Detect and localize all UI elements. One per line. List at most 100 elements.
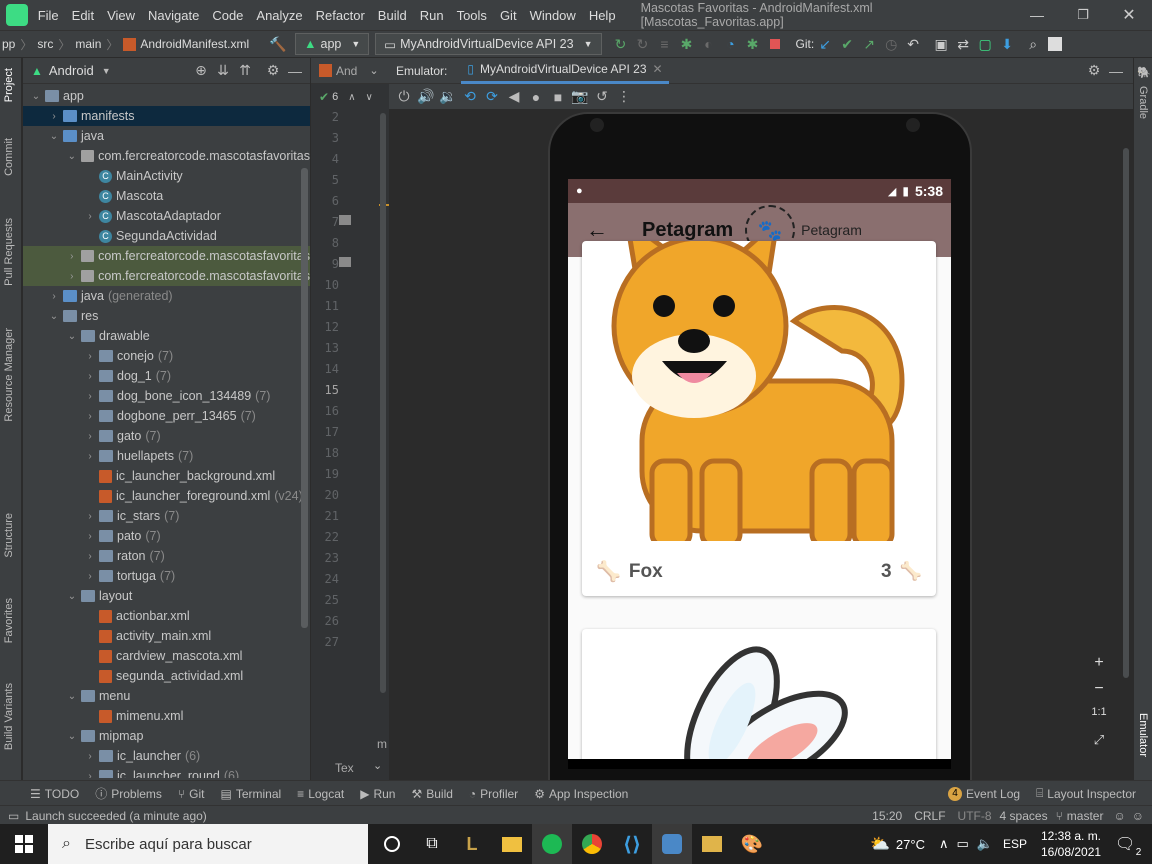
language-indicator[interactable]: ESP bbox=[1003, 837, 1027, 851]
tool-tab-build-variants[interactable]: Build Variants bbox=[3, 683, 15, 750]
chevron-right-icon[interactable]: › bbox=[83, 391, 97, 402]
expand-all-icon[interactable]: ⇊ bbox=[212, 60, 234, 82]
tree-item[interactable]: ⌄ com.fercreatorcode.mascotasfavoritas bbox=[23, 146, 310, 166]
tool-tab-gradle[interactable]: Gradle bbox=[1137, 86, 1149, 119]
tool-logcat[interactable]: ≡ Logcat bbox=[297, 787, 344, 801]
chevron-down-icon[interactable]: ⌄ bbox=[47, 311, 61, 322]
tree-item[interactable]: › ic_launcher_round (6) bbox=[23, 766, 310, 778]
tree-item[interactable]: › tortuga (7) bbox=[23, 566, 310, 586]
run-config-select[interactable]: ▲ app ▼ bbox=[295, 33, 370, 55]
menu-item-file[interactable]: File bbox=[38, 8, 59, 23]
tree-item[interactable]: › dog_bone_icon_134489 (7) bbox=[23, 386, 310, 406]
chevron-right-icon[interactable]: › bbox=[47, 291, 61, 302]
menu-item-build[interactable]: Build bbox=[378, 8, 407, 23]
chevron-right-icon[interactable]: › bbox=[47, 111, 61, 122]
chevron-up-icon[interactable]: ∧ bbox=[939, 836, 949, 852]
tree-item[interactable]: C SegundaActividad bbox=[23, 226, 310, 246]
tree-item[interactable]: › pato (7) bbox=[23, 526, 310, 546]
home-icon[interactable]: ● bbox=[525, 86, 547, 108]
search-icon[interactable]: ⌕ bbox=[1022, 33, 1044, 55]
editor-scrollbar[interactable] bbox=[380, 113, 386, 693]
caret-position[interactable]: 15:20 bbox=[872, 809, 902, 823]
device-select[interactable]: ▭ MyAndroidVirtualDevice API 23 ▼ bbox=[375, 33, 602, 55]
network-icon[interactable]: ▭ bbox=[956, 836, 968, 852]
menu-item-analyze[interactable]: Analyze bbox=[256, 8, 302, 23]
rollback-icon[interactable]: ↶ bbox=[902, 33, 924, 55]
paint-icon[interactable]: 🎨 bbox=[732, 824, 772, 864]
temperature[interactable]: 27°C bbox=[896, 837, 925, 852]
chevron-down-icon[interactable]: ∨ bbox=[366, 92, 373, 103]
zoom-actual-size-button[interactable]: 1:1 bbox=[1086, 706, 1112, 728]
chevron-down-icon[interactable]: ▼ bbox=[102, 66, 111, 76]
emulator-device-tab[interactable]: ▯ MyAndroidVirtualDevice API 23 ✕ bbox=[461, 58, 669, 84]
tree-item[interactable]: › huellapets (7) bbox=[23, 446, 310, 466]
vscode-icon[interactable]: ⟨⟩ bbox=[612, 824, 652, 864]
tree-item[interactable]: › raton (7) bbox=[23, 546, 310, 566]
chevron-down-icon[interactable]: ⌄ bbox=[65, 691, 79, 702]
cortana-icon[interactable] bbox=[372, 824, 412, 864]
face-icon[interactable]: ☺ bbox=[1113, 809, 1125, 823]
tree-item[interactable]: › java (generated) bbox=[23, 286, 310, 306]
tree-item[interactable]: › com.fercreatorcode.mascotasfavoritas bbox=[23, 246, 310, 266]
debug-icon[interactable]: ✱ bbox=[676, 33, 698, 55]
emulator-scrollbar[interactable] bbox=[1123, 148, 1129, 678]
file-explorer-icon[interactable] bbox=[492, 824, 532, 864]
tree-item[interactable]: C MainActivity bbox=[23, 166, 310, 186]
chevron-down-icon[interactable]: ⌄ bbox=[65, 151, 79, 162]
tree-item[interactable]: › ic_launcher (6) bbox=[23, 746, 310, 766]
tree-item[interactable]: › gato (7) bbox=[23, 426, 310, 446]
file-encoding[interactable]: UTF-8 bbox=[958, 809, 992, 823]
weather-icon[interactable]: ⛅ bbox=[870, 834, 890, 854]
chrome-icon[interactable] bbox=[572, 824, 612, 864]
bone-add-icon[interactable]: 🦴 bbox=[596, 559, 621, 584]
volume-up-icon[interactable]: 🔊 bbox=[415, 86, 437, 108]
tool-terminal[interactable]: ▤ Terminal bbox=[220, 787, 281, 801]
media-player-icon[interactable] bbox=[692, 824, 732, 864]
tree-item[interactable]: activity_main.xml bbox=[23, 626, 310, 646]
chevron-right-icon[interactable]: › bbox=[83, 571, 97, 582]
project-structure-icon[interactable]: ▣ bbox=[930, 33, 952, 55]
menu-item-help[interactable]: Help bbox=[589, 8, 616, 23]
volume-down-icon[interactable]: 🔉 bbox=[437, 86, 459, 108]
chevron-down-icon[interactable]: ⌄ bbox=[65, 331, 79, 342]
breadcrumb-item[interactable]: main bbox=[75, 37, 101, 51]
apply-changes-icon[interactable]: ↻ bbox=[632, 33, 654, 55]
hammer-icon[interactable]: 🔨 bbox=[267, 33, 289, 55]
tool-run[interactable]: ▶ Run bbox=[360, 787, 395, 801]
task-view-icon[interactable]: ⧉ bbox=[412, 824, 452, 864]
back-arrow-icon[interactable]: ← bbox=[586, 217, 608, 243]
tree-item[interactable]: › dogbone_perr_13465 (7) bbox=[23, 406, 310, 426]
chevron-right-icon[interactable]: › bbox=[83, 451, 97, 462]
sync-gradle-icon[interactable]: ⇄ bbox=[952, 33, 974, 55]
inspection-widget[interactable]: ✔ 6 ∧ ∨ bbox=[319, 90, 373, 104]
chevron-right-icon[interactable]: › bbox=[83, 411, 97, 422]
chevron-right-icon[interactable]: › bbox=[83, 751, 97, 762]
attach-debugger-icon[interactable]: ✱ bbox=[742, 33, 764, 55]
sdk-manager-icon[interactable]: ⬇ bbox=[996, 33, 1018, 55]
chevron-right-icon[interactable]: › bbox=[83, 771, 97, 779]
tree-item[interactable]: ic_launcher_foreground.xml (v24) bbox=[23, 486, 310, 506]
hide-icon[interactable]: — bbox=[1105, 60, 1127, 82]
spotify-icon[interactable] bbox=[532, 824, 572, 864]
tree-item[interactable]: ⌄ java bbox=[23, 126, 310, 146]
git-push-icon[interactable]: ↗ bbox=[858, 33, 880, 55]
tool-event-log[interactable]: 4 Event Log bbox=[948, 786, 1020, 801]
chevron-down-icon[interactable]: ⌄ bbox=[47, 131, 61, 142]
menu-item-git[interactable]: Git bbox=[500, 8, 517, 23]
menu-item-tools[interactable]: Tools bbox=[457, 8, 487, 23]
breadcrumb-item[interactable]: src bbox=[37, 37, 53, 51]
menu-item-window[interactable]: Window bbox=[530, 8, 576, 23]
minimize-icon[interactable]: — bbox=[1014, 7, 1060, 23]
tree-scrollbar[interactable] bbox=[301, 168, 308, 628]
notification-icon[interactable]: ☺ bbox=[1132, 809, 1144, 823]
gear-icon[interactable]: ⚙ bbox=[262, 60, 284, 82]
chevron-down-icon[interactable]: ⌄ bbox=[373, 759, 382, 772]
history-icon[interactable]: ◷ bbox=[880, 33, 902, 55]
gear-icon[interactable]: ⚙ bbox=[1083, 60, 1105, 82]
avd-manager-icon[interactable]: ▢ bbox=[974, 33, 996, 55]
chevron-right-icon[interactable]: › bbox=[83, 431, 97, 442]
tool-tab-commit[interactable]: Commit bbox=[3, 138, 15, 176]
tree-item[interactable]: › conejo (7) bbox=[23, 346, 310, 366]
android-studio-icon[interactable] bbox=[652, 824, 692, 864]
tree-item[interactable]: ⌄ mipmap bbox=[23, 726, 310, 746]
